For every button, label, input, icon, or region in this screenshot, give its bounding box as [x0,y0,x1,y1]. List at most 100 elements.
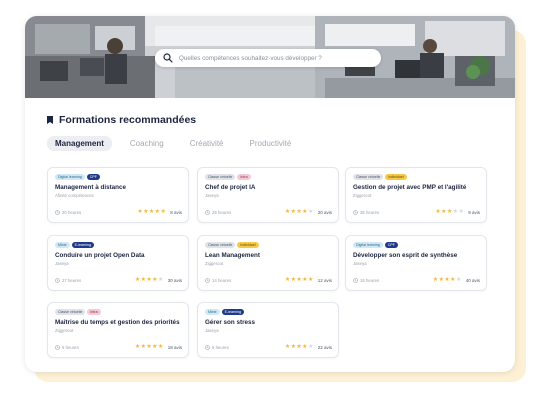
clock-icon [205,345,210,350]
star-icon: ★ [146,277,152,283]
star-icon: ★ [452,209,459,215]
course-badge: Intra [87,309,101,315]
course-duration: 20 heures [55,210,81,215]
course-badges: Digital learning CPF [55,174,102,180]
course-card[interactable]: Classe virtuelle Intra Maîtrise du temps e… [47,302,189,358]
course-badge: CPF [86,174,100,180]
review-count: 40 avis [465,277,480,283]
course-badge: Individuel [385,174,407,180]
course-duration-label: 35 heures [360,210,380,215]
course-card[interactable]: Mixte E-learning Conduire un projet Open D… [47,235,189,291]
star-icon: ★ [446,209,453,215]
course-title: Lean Management [205,252,260,259]
star-icon: ★ [302,209,308,215]
clock-icon [55,278,60,283]
star-icon: ★ [302,277,308,283]
course-duration-label: 15 heures [360,278,380,283]
course-title: Maîtrise du temps et gestion des priorit… [55,319,180,326]
clock-icon [353,278,358,283]
star-icon: ★ [140,277,146,283]
star-icon: ★ [307,209,314,215]
search-input[interactable] [179,54,373,62]
course-badge: E-learning [221,309,244,315]
course-title: Gestion de projet avec PMP et l'agilité [353,184,467,191]
course-card[interactable]: Classe virtuelle Intra Chef de projet IA Ja… [197,167,339,223]
search-bar[interactable] [155,49,381,67]
course-badge: CPF [384,242,398,248]
star-icon: ★ [140,344,146,350]
star-icon: ★ [148,209,155,215]
course-duration: 15 heures [353,278,379,283]
star-icon: ★ [284,344,291,350]
star-rating: ★ ★ ★ ★ ★ [285,277,314,283]
course-card[interactable]: Digital learning CPF Développer son esprit… [345,235,487,291]
course-title: Chef de projet IA [205,184,256,191]
star-rating: ★ ★ ★ ★ ★ [135,344,164,350]
course-card[interactable]: Mixte E-learning Gérer son stress Jaseya 6 h… [197,302,339,358]
course-duration-label: 9 heures [62,345,79,350]
course-duration-label: 27 heures [62,278,82,283]
review-count: 30 avis [167,277,182,283]
course-rating: ★ ★ ★ ★ ★ 20 avis [285,209,332,215]
hero-banner [25,16,515,98]
tab-management[interactable]: Management [47,136,112,151]
course-title: Conduire un projet Open Data [55,252,145,259]
course-provider: Ziggeroot [205,261,224,266]
star-icon: ★ [134,277,141,283]
course-badge: Mixte [205,309,220,315]
tab-productivite[interactable]: Productivité [242,136,300,151]
review-count: 8 avis [170,209,182,215]
course-rating: ★ ★ ★ ★ ★ 30 avis [135,277,182,283]
star-icon: ★ [444,277,450,283]
course-badge: Digital learning [55,174,85,180]
clock-icon [55,345,60,350]
star-icon: ★ [290,344,296,350]
star-icon: ★ [134,344,141,350]
course-title: Management à distance [55,184,127,191]
course-provider: Afinité compétences [55,193,94,198]
star-icon: ★ [302,344,308,350]
course-badges: Classe virtuelle Individuel [353,174,409,180]
course-badge: Individuel [237,242,259,248]
star-icon: ★ [441,209,447,215]
tab-creativite[interactable]: Créativité [182,136,232,151]
section-title: Formations recommandées [59,114,197,126]
review-count: 12 avis [317,277,332,283]
course-badge: Intra [237,174,251,180]
course-provider: Jaseya [205,193,219,198]
star-rating: ★ ★ ★ ★ ★ [285,209,314,215]
category-tabs: Management Coaching Créativité Productiv… [47,136,309,151]
star-icon: ★ [307,344,314,350]
star-icon: ★ [296,209,302,215]
star-icon: ★ [143,209,149,215]
star-icon: ★ [450,277,456,283]
course-duration-label: 25 heures [212,210,232,215]
section-heading: Formations recommandées [47,114,196,126]
review-count: 22 avis [317,344,332,350]
tab-coaching[interactable]: Coaching [122,136,172,151]
star-rating: ★ ★ ★ ★ ★ [435,209,464,215]
search-icon [163,53,173,63]
course-rating: ★ ★ ★ ★ ★ 40 avis [433,277,480,283]
course-card[interactable]: Classe virtuelle Individuel Gestion de pro… [345,167,487,223]
star-icon: ★ [458,209,464,215]
course-card[interactable]: Classe virtuelle Individuel Lean Managemen… [197,235,339,291]
course-badge: Mixte [55,242,70,248]
course-rating: ★ ★ ★ ★ ★ 18 avis [135,344,182,350]
star-icon: ★ [152,344,158,350]
course-badges: Mixte E-learning [55,242,96,248]
course-provider: Jaseya [353,261,367,266]
course-card[interactable]: Digital learning CPF Management à distance… [47,167,189,223]
course-duration: 35 heures [353,210,379,215]
review-count: 9 avis [468,209,480,215]
star-rating: ★ ★ ★ ★ ★ [285,344,314,350]
course-duration-label: 14 heures [212,278,232,283]
course-rating: ★ ★ ★ ★ ★ 12 avis [285,277,332,283]
clock-icon [353,210,358,215]
course-duration-label: 20 heures [62,210,82,215]
course-provider: Ziggeroot [55,328,74,333]
course-badge: Classe virtuelle [205,242,236,248]
course-badges: Classe virtuelle Individuel [205,242,261,248]
star-icon: ★ [137,209,143,215]
course-badge: Classe virtuelle [55,309,86,315]
